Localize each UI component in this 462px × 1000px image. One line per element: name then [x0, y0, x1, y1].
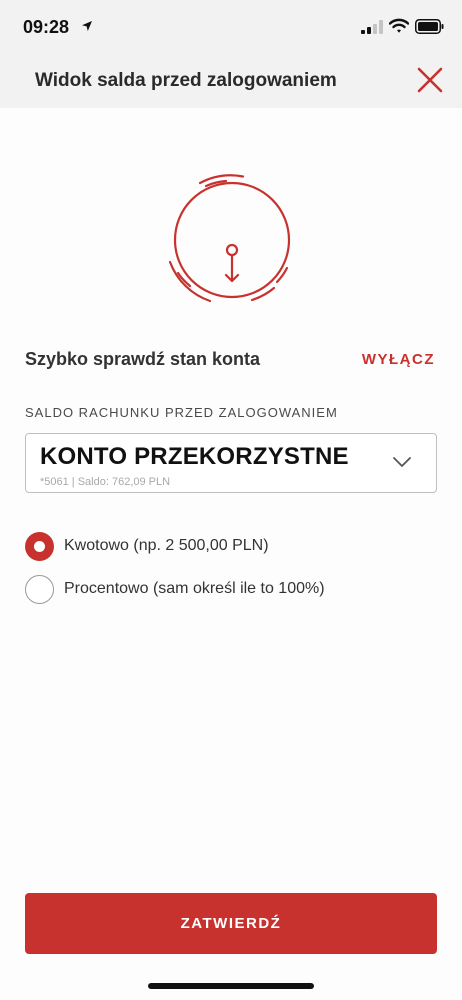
radio-button-unchecked[interactable]	[25, 575, 54, 604]
location-arrow-icon	[82, 21, 92, 31]
confirm-button-label: ZATWIERDŹ	[180, 915, 282, 932]
account-field-label: SALDO RACHUNKU PRZED ZALOGOWANIEM	[25, 405, 338, 420]
status-bar: 09:28	[0, 0, 462, 56]
top-bar: 09:28 Widok salda przed zalogowaniem	[0, 0, 462, 108]
page-title: Widok salda przed zalogowaniem	[35, 70, 337, 91]
close-button[interactable]	[415, 65, 445, 95]
account-select-subtext: *5061 | Saldo: 762,09 PLN	[40, 476, 171, 488]
radio-option-percent[interactable]: Procentowo (sam określ ile to 100%)	[25, 575, 437, 605]
radio-button-checked[interactable]	[25, 532, 54, 561]
wifi-icon	[389, 18, 409, 33]
status-time: 09:28	[23, 17, 70, 37]
account-select-value: KONTO PRZEKORZYSTNE	[40, 443, 349, 470]
section-title: Szybko sprawdź stan konta	[25, 349, 261, 369]
battery-icon	[415, 19, 444, 34]
disable-button[interactable]: WYŁĄCZ	[362, 351, 435, 368]
confirm-button[interactable]: ZATWIERDŹ	[25, 893, 437, 954]
home-indicator	[148, 983, 314, 989]
radio-label-amount: Kwotowo (np. 2 500,00 PLN)	[64, 537, 269, 554]
radio-option-amount[interactable]: Kwotowo (np. 2 500,00 PLN)	[25, 532, 437, 562]
balance-dial-icon	[168, 174, 291, 303]
radio-label-percent: Procentowo (sam określ ile to 100%)	[64, 580, 325, 597]
close-icon	[417, 67, 443, 93]
account-select[interactable]: KONTO PRZEKORZYSTNE *5061 | Saldo: 762,0…	[25, 433, 437, 493]
chevron-down-icon	[393, 457, 411, 467]
signal-icon	[361, 20, 383, 34]
